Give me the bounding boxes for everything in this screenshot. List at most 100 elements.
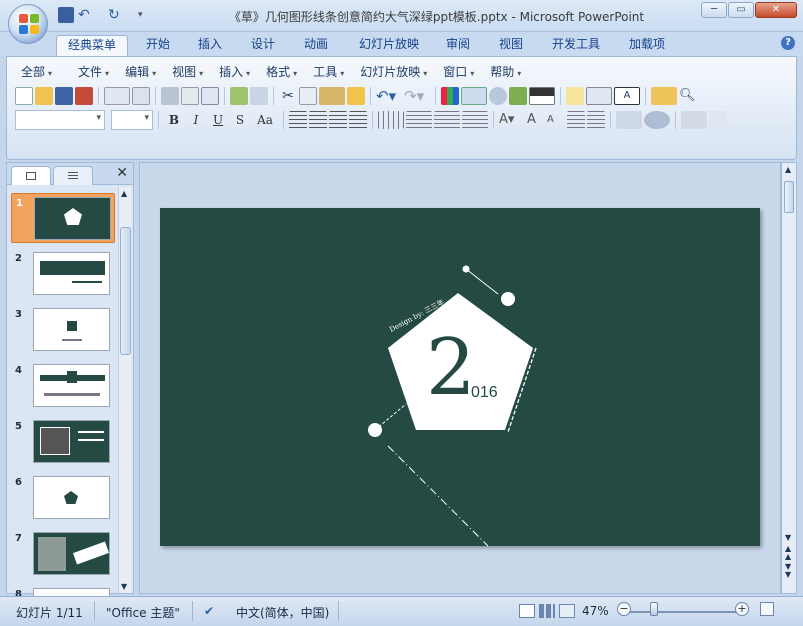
help-icon[interactable]: ? — [781, 36, 795, 50]
tab-design[interactable]: 设计 — [243, 35, 283, 56]
tab-view[interactable]: 视图 — [491, 35, 531, 56]
permission-icon[interactable] — [75, 87, 93, 105]
minimize-button[interactable]: ─ — [701, 2, 727, 18]
fit-to-window-icon[interactable] — [760, 602, 774, 616]
slide-thumbnail[interactable]: 1 — [11, 193, 115, 243]
format-painter-icon[interactable] — [347, 87, 365, 105]
undo-icon[interactable]: ↶▾ — [376, 87, 402, 105]
zoom-slider-handle[interactable] — [650, 602, 659, 616]
font-size-combo[interactable] — [111, 110, 153, 130]
arrange-icon[interactable] — [616, 111, 642, 129]
previous-slide-icon[interactable]: ▲ ▲ — [785, 545, 791, 561]
font-name-combo[interactable] — [15, 110, 105, 130]
print-preview-icon[interactable] — [181, 87, 199, 105]
scroll-up-arrow-icon[interactable]: ▲ — [785, 165, 791, 174]
publish-icon[interactable] — [132, 87, 150, 105]
office-button[interactable] — [8, 4, 48, 44]
zoom-level[interactable]: 47% — [582, 604, 609, 618]
align-center-icon[interactable] — [309, 111, 327, 129]
font-color-icon[interactable]: A▾ — [499, 111, 525, 129]
email-icon[interactable] — [104, 87, 130, 105]
tab-home[interactable]: 开始 — [138, 35, 178, 56]
columns-icon[interactable] — [378, 111, 404, 129]
tab-developer[interactable]: 开发工具 — [545, 35, 607, 56]
slide-layout-icon[interactable] — [586, 87, 612, 105]
redo-icon[interactable]: ↷▾ — [404, 87, 430, 105]
layout-icon[interactable] — [201, 87, 219, 105]
menu-window[interactable]: 窗口 ▾ — [435, 63, 482, 81]
picture-icon[interactable] — [509, 87, 527, 105]
slideshow-view-icon[interactable] — [559, 604, 575, 618]
justify-icon[interactable] — [349, 111, 367, 129]
tab-insert[interactable]: 插入 — [190, 35, 230, 56]
grow-font-icon[interactable]: A — [527, 111, 545, 129]
zoom-out-button[interactable]: − — [617, 602, 631, 616]
open-folder-icon[interactable] — [35, 87, 53, 105]
bold-button[interactable]: B — [164, 110, 184, 130]
shape-outline-icon[interactable] — [709, 111, 727, 129]
copy-icon[interactable] — [299, 87, 317, 105]
menu-tools[interactable]: 工具 ▾ — [305, 63, 352, 81]
menu-edit[interactable]: 编辑 ▾ — [117, 63, 164, 81]
maximize-button[interactable]: ▭ — [728, 2, 754, 18]
color-icon[interactable] — [529, 87, 555, 105]
scroll-down-arrow-icon[interactable]: ▼ — [785, 533, 791, 542]
new-slide-icon[interactable] — [566, 87, 584, 105]
underline-button[interactable]: U — [208, 110, 228, 130]
spelling-icon[interactable] — [230, 87, 248, 105]
align-left-icon[interactable] — [289, 111, 307, 129]
align-right-icon[interactable] — [329, 111, 347, 129]
folder-icon[interactable] — [651, 87, 677, 105]
menu-view[interactable]: 视图 ▾ — [164, 63, 211, 81]
current-slide[interactable]: 2 016 Design by: 三三年 — [160, 208, 760, 547]
shapes-icon[interactable] — [644, 111, 670, 129]
close-button[interactable]: ✕ — [755, 2, 797, 18]
table-icon[interactable] — [461, 87, 487, 105]
paste-icon[interactable] — [319, 87, 345, 105]
scroll-thumb[interactable] — [120, 227, 131, 355]
tab-classic-menu[interactable]: 经典菜单 — [56, 35, 128, 56]
decrease-indent-icon[interactable] — [567, 111, 585, 129]
next-slide-icon[interactable]: ▼ ▼ — [785, 563, 791, 579]
menu-file[interactable]: 文件 ▾ — [70, 63, 117, 81]
normal-view-icon[interactable] — [519, 604, 535, 618]
bullets-icon[interactable] — [462, 111, 488, 129]
panel-scrollbar[interactable]: ▲ ▼ — [118, 187, 131, 593]
slide-sorter-icon[interactable] — [539, 604, 555, 618]
menu-all[interactable]: 全部 ▾ — [13, 63, 60, 81]
tab-addins[interactable]: 加载项 — [622, 35, 672, 56]
menu-slideshow[interactable]: 幻灯片放映 ▾ — [352, 63, 435, 81]
spellcheck-icon[interactable]: ✔ — [204, 604, 214, 618]
tab-slideshow[interactable]: 幻灯片放映 — [352, 35, 426, 56]
zoom-slider[interactable] — [629, 611, 737, 613]
line-spacing-icon[interactable] — [406, 111, 432, 129]
tab-outline[interactable] — [53, 166, 93, 185]
research-icon[interactable] — [250, 87, 268, 105]
slide-thumbnail[interactable]: 6 — [11, 473, 115, 523]
print-icon[interactable] — [161, 87, 179, 105]
italic-button[interactable]: I — [186, 110, 206, 130]
canvas-scrollbar[interactable]: ▲ ▲ ▲ ▼ ▼ ▼ — [781, 162, 797, 594]
numbering-icon[interactable] — [434, 111, 460, 129]
smartart-icon[interactable] — [489, 87, 507, 105]
find-icon[interactable]: 🔍︎ — [679, 87, 705, 105]
slide-thumbnail[interactable]: 7 — [11, 529, 115, 579]
increase-indent-icon[interactable] — [587, 111, 605, 129]
close-icon[interactable]: ✕ — [116, 165, 128, 181]
tab-review[interactable]: 审阅 — [438, 35, 478, 56]
cut-icon[interactable]: ✂ — [279, 87, 297, 105]
shrink-font-icon[interactable]: A — [547, 111, 565, 129]
tab-animation[interactable]: 动画 — [296, 35, 336, 56]
scroll-down-arrow-icon[interactable]: ▼ — [121, 582, 127, 591]
shadow-button[interactable]: S — [230, 110, 250, 130]
change-case-button[interactable]: Aa — [252, 110, 278, 130]
scroll-thumb[interactable] — [784, 181, 794, 213]
textbox-icon[interactable]: A — [614, 87, 640, 105]
slide-thumbnail[interactable]: 5 — [11, 417, 115, 467]
language-indicator[interactable]: 中文(简体，中国) — [236, 604, 329, 621]
shape-fill-icon[interactable] — [681, 111, 707, 129]
new-icon[interactable] — [15, 87, 33, 105]
slide-thumbnail[interactable]: 2 — [11, 249, 115, 299]
tab-slides[interactable] — [11, 166, 51, 185]
zoom-in-button[interactable]: + — [735, 602, 749, 616]
